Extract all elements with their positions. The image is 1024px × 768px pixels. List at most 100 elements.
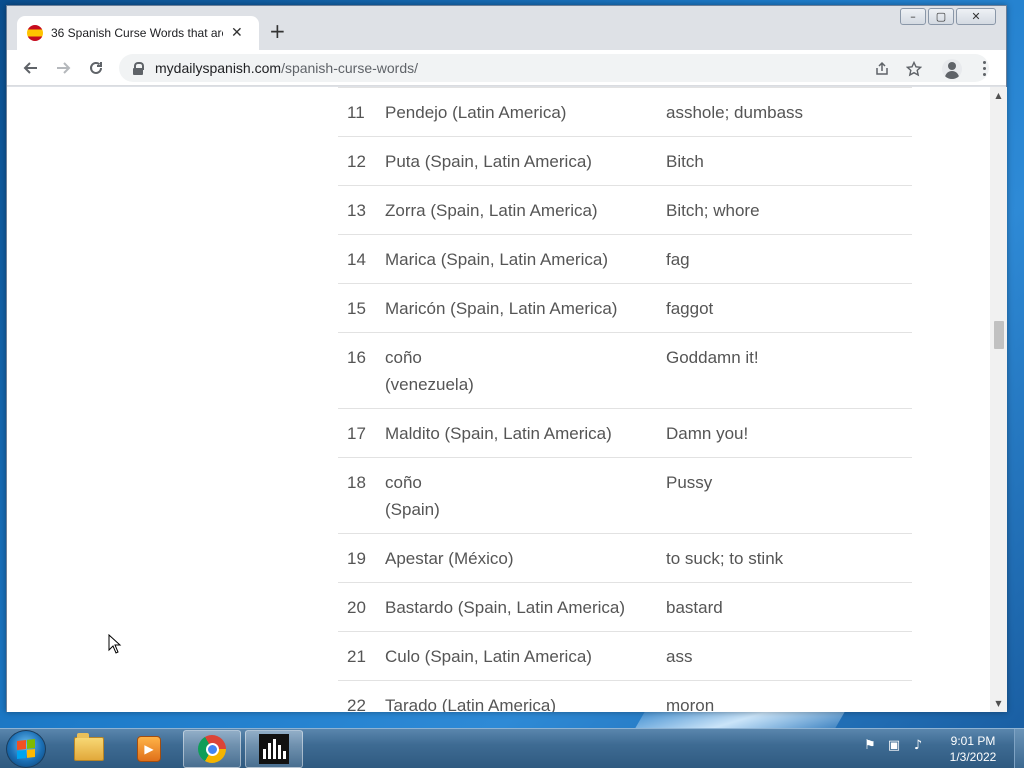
taskbar: ▶ ⚑ ▣ ♪ 9:01 PM 1/3/2022: [0, 728, 1024, 768]
row-number: 17: [338, 408, 385, 458]
spanish-word-cell: Puta (Spain, Latin America): [385, 136, 666, 186]
tab-title: 36 Spanish Curse Words that are: [51, 26, 223, 40]
equalizer-app-icon: [259, 734, 289, 764]
new-tab-button[interactable]: +: [269, 19, 286, 43]
spanish-word-cell: Zorra (Spain, Latin America): [385, 185, 666, 235]
row-number: 15: [338, 283, 385, 333]
spanish-word: Maldito (Spain, Latin America): [385, 424, 612, 443]
table-row: 18 coño (Spain) Pussy: [338, 457, 912, 534]
table-row: 12 Puta (Spain, Latin America) Bitch: [338, 136, 912, 186]
row-number: 21: [338, 631, 385, 681]
spanish-word-region: (venezuela): [385, 375, 474, 394]
clock-time: 9:01 PM: [950, 734, 996, 748]
table-row: 21 Culo (Spain, Latin America) ass: [338, 631, 912, 681]
spanish-word: Apestar (México): [385, 549, 514, 568]
row-number: 12: [338, 136, 385, 186]
row-number: 13: [338, 185, 385, 235]
scrollbar-thumb[interactable]: [994, 321, 1004, 349]
taskbar-clock[interactable]: 9:01 PM 1/3/2022: [940, 733, 1006, 765]
taskbar-app-button[interactable]: [245, 730, 303, 768]
address-bar[interactable]: mydailyspanish.com/spanish-curse-words/: [119, 54, 989, 82]
spanish-word-cell: Tarado (Latin America): [385, 680, 666, 712]
spanish-word: Pendejo (Latin America): [385, 103, 567, 122]
url-text: mydailyspanish.com/spanish-curse-words/: [155, 60, 418, 76]
window-controls: – ▢ ✕: [898, 8, 996, 25]
english-translation: bastard: [666, 582, 912, 632]
table-row: 14 Marica (Spain, Latin America) fag: [338, 234, 912, 284]
table-row: 13 Zorra (Spain, Latin America) Bitch; who…: [338, 185, 912, 235]
spanish-word: coño: [385, 473, 422, 492]
reload-icon: [90, 61, 102, 74]
spanish-word-cell: Marica (Spain, Latin America): [385, 234, 666, 284]
spanish-word-cell: Culo (Spain, Latin America): [385, 631, 666, 681]
spanish-word: Bastardo (Spain, Latin America): [385, 598, 626, 617]
scroll-up-arrow-icon[interactable]: ▲: [990, 87, 1007, 104]
spanish-word: Tarado (Latin America): [385, 696, 557, 712]
english-translation: to suck; to stink: [666, 533, 912, 583]
scroll-down-arrow-icon[interactable]: ▼: [990, 695, 1007, 712]
close-window-button[interactable]: ✕: [956, 8, 996, 25]
clock-date: 1/3/2022: [949, 750, 997, 764]
url-domain: mydailyspanish.com: [155, 60, 282, 76]
english-translation: Goddamn it!: [666, 332, 912, 409]
table-row: 19 Apestar (México) to suck; to stink: [338, 533, 912, 583]
system-tray: ⚑ ▣ ♪: [862, 737, 926, 753]
url-path: /spanish-curse-words/: [281, 60, 418, 76]
english-translation: asshole; dumbass: [666, 87, 912, 137]
reload-button[interactable]: [84, 56, 108, 80]
taskbar-chrome-button[interactable]: [183, 730, 241, 768]
share-icon[interactable]: [872, 59, 892, 79]
taskbar-media-player-button[interactable]: ▶: [120, 730, 178, 768]
spanish-word-cell: coño (Spain): [385, 457, 666, 534]
table-row: 11 Pendejo (Latin America) asshole; dumbas…: [338, 87, 912, 137]
spanish-word-cell: coño (venezuela): [385, 332, 666, 409]
star-icon[interactable]: [904, 59, 924, 79]
english-translation: Bitch; whore: [666, 185, 912, 235]
action-center-flag-icon[interactable]: ⚑: [862, 737, 878, 753]
network-icon[interactable]: ▣: [886, 737, 902, 753]
spanish-word-cell: Apestar (México): [385, 533, 666, 583]
spanish-word: Marica (Spain, Latin America): [385, 250, 608, 269]
english-translation: Pussy: [666, 457, 912, 534]
forward-button[interactable]: [51, 56, 75, 80]
profile-icon[interactable]: [942, 59, 962, 79]
english-translation: Damn you!: [666, 408, 912, 458]
spanish-word: Puta (Spain, Latin America): [385, 152, 592, 171]
minimize-button[interactable]: –: [900, 8, 926, 25]
vertical-scrollbar[interactable]: ▲ ▼: [990, 87, 1007, 712]
taskbar-explorer-button[interactable]: [60, 730, 118, 768]
spanish-word: Zorra (Spain, Latin America): [385, 201, 598, 220]
table-row: 15 Maricón (Spain, Latin America) faggot: [338, 283, 912, 333]
kebab-menu-icon[interactable]: [977, 56, 991, 80]
title-bar: 36 Spanish Curse Words that are ✕ + – ▢ …: [7, 6, 1006, 50]
table-row: 22 Tarado (Latin America) moron: [338, 680, 912, 712]
media-player-icon: ▶: [137, 736, 161, 762]
english-translation: faggot: [666, 283, 912, 333]
chrome-icon: [198, 735, 226, 763]
table-row: 16 coño (venezuela) Goddamn it!: [338, 332, 912, 409]
browser-toolbar: mydailyspanish.com/spanish-curse-words/: [7, 50, 1006, 86]
table-row: 17 Maldito (Spain, Latin America) Damn you…: [338, 408, 912, 458]
back-button[interactable]: [19, 56, 43, 80]
english-translation: ass: [666, 631, 912, 681]
browser-tab[interactable]: 36 Spanish Curse Words that are ✕: [17, 16, 259, 50]
row-number: 22: [338, 680, 385, 712]
start-button[interactable]: [6, 730, 46, 768]
folder-icon: [74, 733, 104, 761]
row-number: 14: [338, 234, 385, 284]
maximize-button[interactable]: ▢: [928, 8, 954, 25]
show-desktop-button[interactable]: [1014, 729, 1024, 768]
lock-icon[interactable]: [131, 61, 145, 75]
volume-icon[interactable]: ♪: [910, 737, 926, 753]
row-number: 18: [338, 457, 385, 534]
tab-close-icon[interactable]: ✕: [231, 25, 243, 41]
arrow-left-icon: [23, 62, 37, 74]
mouse-cursor-icon: [108, 634, 122, 654]
spanish-word-cell: Maldito (Spain, Latin America): [385, 408, 666, 458]
row-number: 16: [338, 332, 385, 409]
english-translation: moron: [666, 680, 912, 712]
row-number: 20: [338, 582, 385, 632]
english-translation: Bitch: [666, 136, 912, 186]
spanish-word: Maricón (Spain, Latin America): [385, 299, 618, 318]
spanish-word-region: (Spain): [385, 500, 440, 519]
